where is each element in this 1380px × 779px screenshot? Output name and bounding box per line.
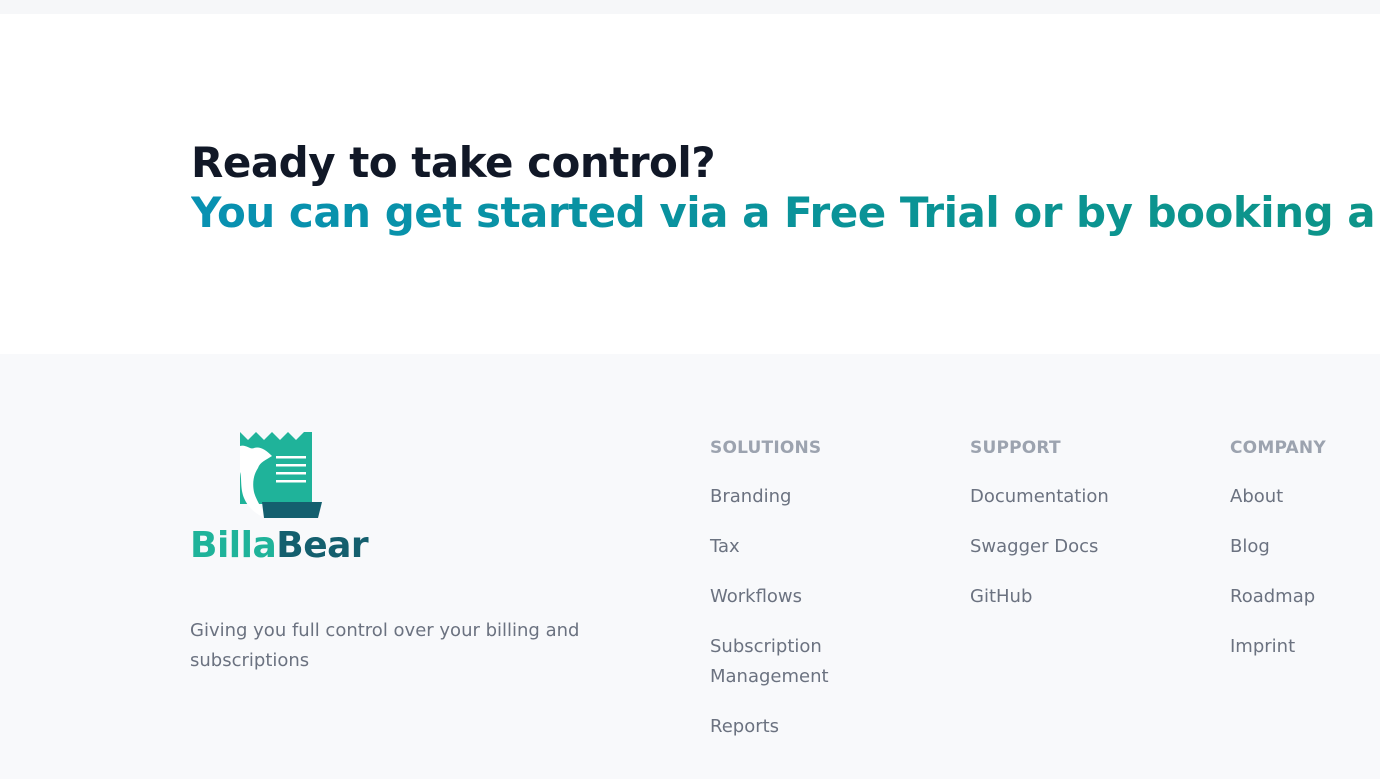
brand-tagline: Giving you full control over your billin… (190, 620, 580, 671)
top-strip (0, 0, 1380, 14)
footer-link-reports[interactable]: Reports (710, 712, 950, 742)
footer-link-subscription-management[interactable]: Subscription Management (710, 632, 850, 692)
footer-link-blog[interactable]: Blog (1230, 532, 1380, 562)
footer-column-support: SUPPORT Documentation Swagger Docs GitHu… (970, 436, 1210, 632)
footer-link-github[interactable]: GitHub (970, 582, 1210, 612)
footer: BillaBear Giving you full control over y… (0, 354, 1380, 779)
footer-column-company: COMPANY About Blog Roadmap Imprint (1230, 436, 1380, 682)
bear-receipt-icon (240, 432, 322, 518)
footer-link-workflows[interactable]: Workflows (710, 582, 950, 612)
brand-name-part2: Bear (276, 525, 369, 566)
cta-section: Ready to take control? You can get start… (0, 14, 1380, 354)
footer-link-documentation[interactable]: Documentation (970, 482, 1210, 512)
footer-link-imprint[interactable]: Imprint (1230, 632, 1380, 662)
footer-link-about[interactable]: About (1230, 482, 1380, 512)
billabear-logo[interactable]: BillaBear (190, 432, 376, 568)
column-heading: SOLUTIONS (710, 438, 822, 458)
cta-subtitle: You can get started via a Free Trial or … (191, 188, 1380, 237)
footer-link-tax[interactable]: Tax (710, 532, 950, 562)
cta-title: Ready to take control? (191, 138, 716, 187)
column-heading: SUPPORT (970, 438, 1061, 458)
brand-name-part1: Billa (190, 525, 277, 566)
brand-name: BillaBear (190, 525, 369, 566)
footer-column-solutions: SOLUTIONS Branding Tax Workflows Subscri… (710, 436, 950, 762)
footer-link-branding[interactable]: Branding (710, 482, 950, 512)
column-heading: COMPANY (1230, 438, 1326, 458)
footer-link-roadmap[interactable]: Roadmap (1230, 582, 1380, 612)
footer-link-swagger-docs[interactable]: Swagger Docs (970, 532, 1210, 562)
